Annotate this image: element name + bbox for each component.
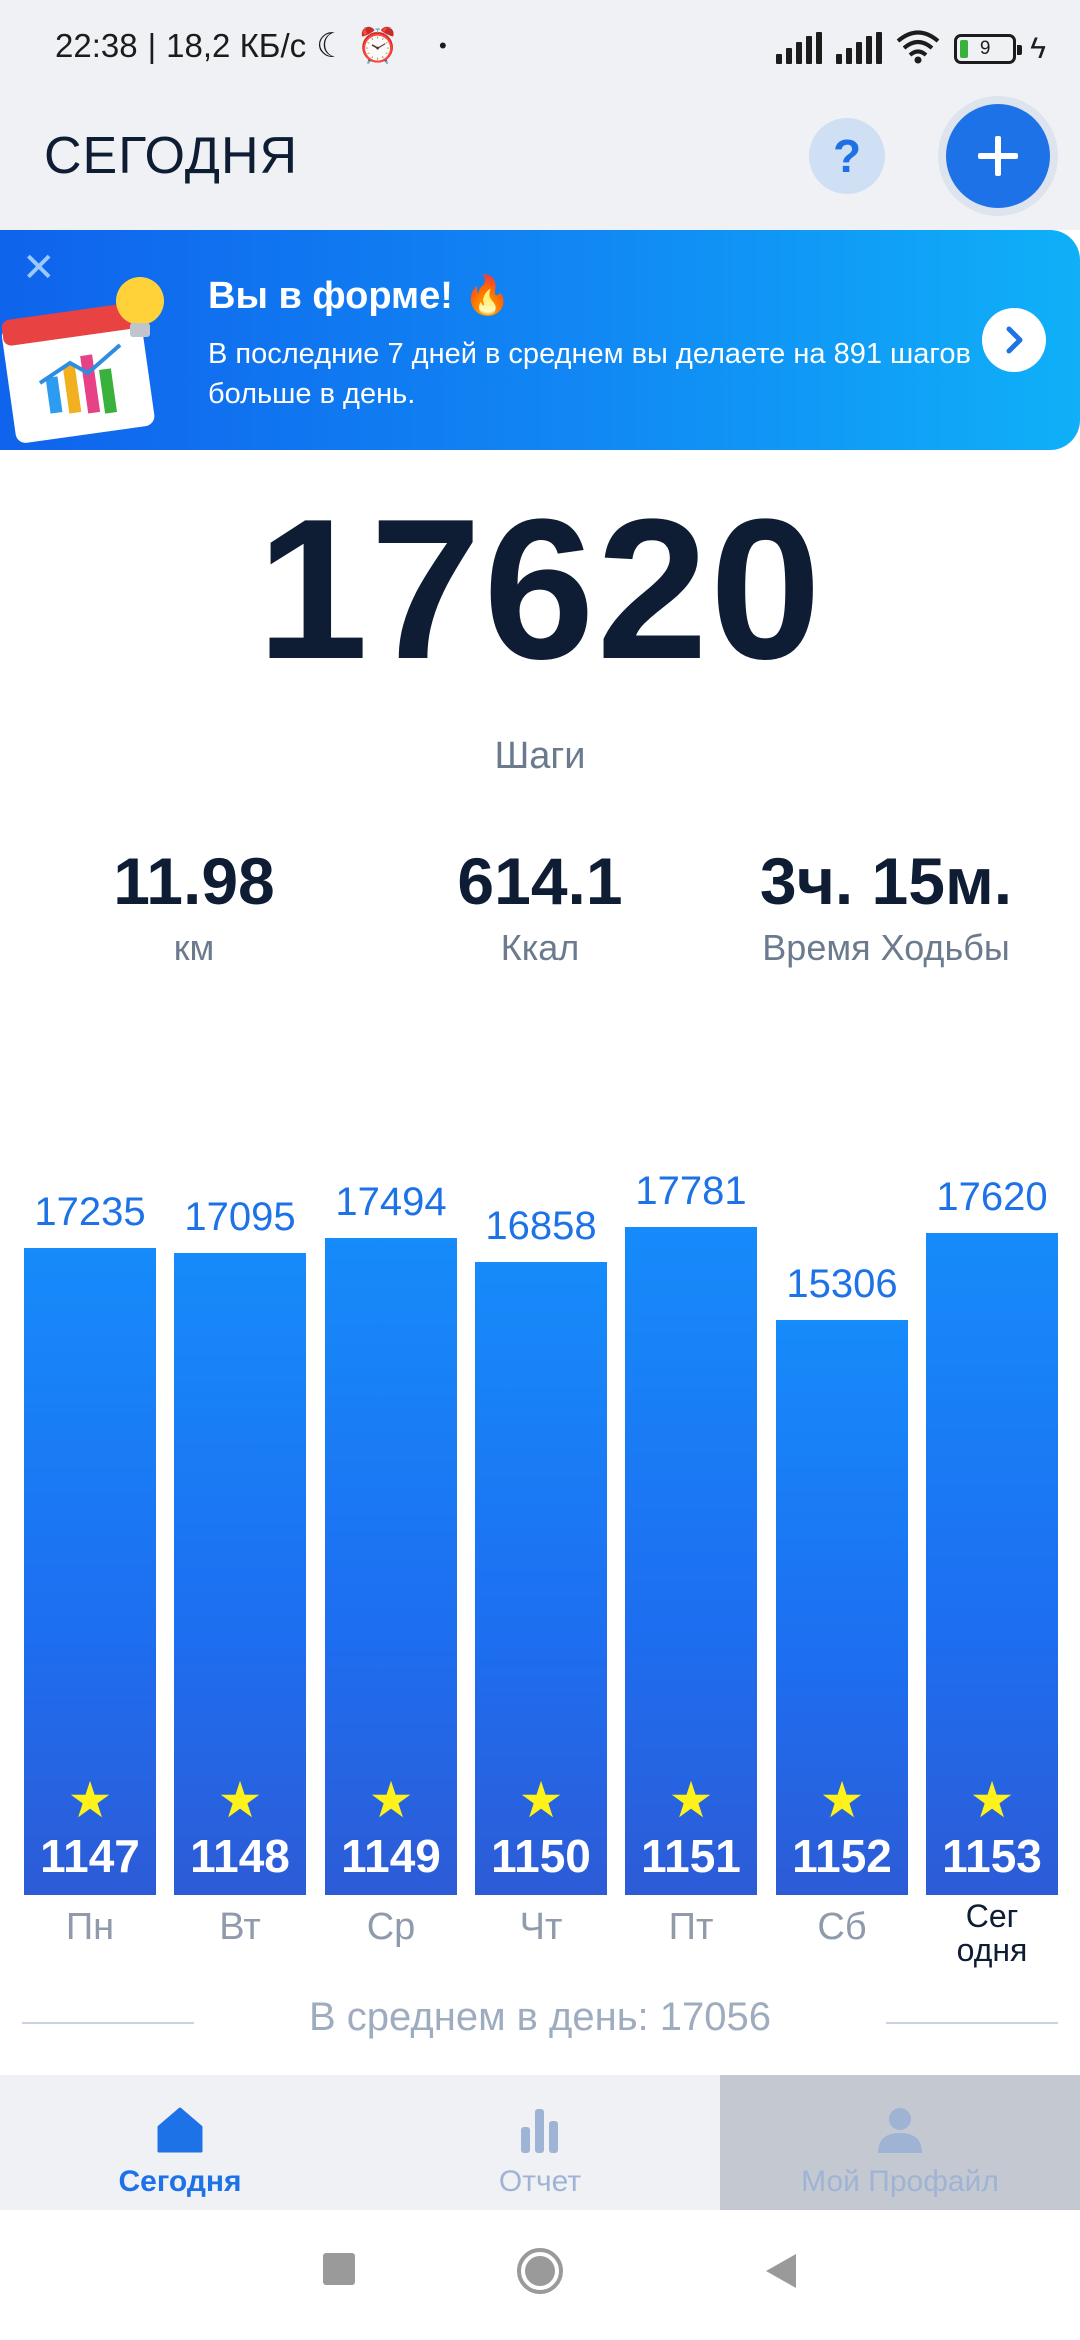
steps-count: 17620 bbox=[256, 478, 824, 701]
home-icon bbox=[157, 2107, 203, 2153]
status-right: 9 ϟ bbox=[776, 30, 1046, 64]
chevron-right-icon bbox=[1006, 326, 1023, 354]
divider-right bbox=[886, 2022, 1058, 2024]
nav-profile-label: Мой Профайл bbox=[801, 2165, 999, 2198]
nav-report-label: Отчет bbox=[498, 2165, 582, 2198]
bar-day-number: 1147 bbox=[40, 1830, 140, 1882]
page-title: СЕГОДНЯ bbox=[44, 127, 299, 185]
star-icon: ★ bbox=[819, 1772, 865, 1828]
bar-value-label: 15306 bbox=[786, 1262, 898, 1306]
help-button[interactable]: ? bbox=[809, 118, 885, 194]
day-label: Вт bbox=[219, 1906, 261, 1948]
nav-today-label: Сегодня bbox=[118, 2165, 242, 2198]
steps-label: Шаги bbox=[494, 735, 586, 777]
alarm-icon: ⏰ bbox=[356, 27, 399, 65]
battery-icon: 9 bbox=[954, 34, 1023, 64]
distance-label: км bbox=[173, 927, 215, 968]
battery-level: 9 bbox=[979, 38, 991, 59]
bar-value-label: 16858 bbox=[485, 1204, 597, 1248]
notification-dot: • bbox=[438, 33, 447, 58]
system-navigation bbox=[0, 2210, 1080, 2340]
status-time: 22:38 bbox=[55, 27, 138, 64]
nav-profile[interactable]: Мой Профайл bbox=[720, 2075, 1080, 2210]
square-icon[interactable] bbox=[322, 2252, 356, 2286]
status-bar: 22:38 | 18,2 КБ/с ☾ ⏰ • 9 ϟ bbox=[0, 0, 1080, 96]
day-label: Ср bbox=[366, 1906, 416, 1948]
day-label: Пн bbox=[65, 1906, 115, 1948]
bar-chart-icon bbox=[521, 2109, 558, 2153]
day-label: Пт bbox=[668, 1906, 714, 1948]
signal-icon-1 bbox=[776, 32, 823, 64]
bar-day-number: 1153 bbox=[942, 1830, 1042, 1882]
distance-metric: 11.98 км bbox=[24, 845, 364, 969]
star-icon: ★ bbox=[217, 1772, 263, 1828]
calories-value: 614.1 bbox=[457, 844, 623, 918]
walk-time-metric: 3ч. 15м. Время Ходьбы bbox=[716, 845, 1056, 969]
bar-day-number: 1150 bbox=[491, 1830, 591, 1882]
nav-today[interactable]: Сегодня bbox=[0, 2075, 360, 2210]
banner-open-button[interactable] bbox=[982, 308, 1046, 372]
profile-icon bbox=[878, 2108, 922, 2153]
bar-value-label: 17781 bbox=[635, 1169, 747, 1213]
average-row: В среднем в день: 17056 bbox=[0, 1995, 1080, 2055]
calories-metric: 614.1 Ккал bbox=[370, 845, 710, 969]
day-label: Сб bbox=[817, 1906, 867, 1948]
star-icon: ★ bbox=[368, 1772, 414, 1828]
plus-icon bbox=[978, 136, 1018, 176]
bar-value-label: 17235 bbox=[34, 1190, 146, 1234]
wifi-icon bbox=[896, 30, 940, 64]
add-button[interactable] bbox=[946, 104, 1050, 208]
triangle-back-icon[interactable] bbox=[764, 2252, 798, 2290]
bar-value-label: 17494 bbox=[335, 1180, 447, 1224]
distance-value: 11.98 bbox=[113, 844, 275, 918]
status-separator: | bbox=[147, 27, 157, 64]
nav-report[interactable]: Отчет bbox=[360, 2075, 720, 2210]
bar-day-number: 1151 bbox=[641, 1830, 741, 1882]
bottom-navigation: Сегодня Отчет Мой Профайл bbox=[0, 2075, 1080, 2210]
average-label: В среднем в день: 17056 bbox=[308, 1995, 772, 2039]
banner-title: Вы в форме! 🔥 bbox=[208, 275, 511, 317]
circle-home-icon[interactable] bbox=[515, 2246, 565, 2296]
star-icon: ★ bbox=[969, 1772, 1015, 1828]
star-icon: ★ bbox=[67, 1772, 113, 1828]
star-icon: ★ bbox=[518, 1772, 564, 1828]
banner-text: В последние 7 дней в среднем вы делаете … bbox=[208, 338, 971, 410]
bar-day-number: 1152 bbox=[792, 1830, 892, 1882]
promo-banner[interactable]: ✕ Вы в форме! 🔥 В последние 7 дней в сре… bbox=[0, 230, 1080, 450]
weekly-steps-chart: 17235 ★ 1147 Пн 17095 ★ 1148 Вт 17494 ★ 1149 Ср 1685… bbox=[0, 1080, 1080, 1970]
day-label-today: Сег одня bbox=[956, 1898, 1028, 1968]
calendar-chart-icon bbox=[1, 277, 164, 443]
signal-icon-2 bbox=[836, 32, 883, 64]
star-icon: ★ bbox=[668, 1772, 714, 1828]
bar-value-label: 17620 bbox=[936, 1175, 1048, 1219]
bar-day-number: 1149 bbox=[341, 1830, 441, 1882]
moon-icon: ☾ bbox=[316, 27, 347, 65]
status-net-speed: 18,2 КБ/с bbox=[166, 27, 307, 64]
calories-label: Ккал bbox=[500, 927, 580, 968]
bar-day-number: 1148 bbox=[190, 1830, 290, 1882]
bar-value-label: 17095 bbox=[184, 1195, 296, 1239]
app-header: СЕГОДНЯ ? bbox=[0, 96, 1080, 230]
walk-time-label: Время Ходьбы bbox=[762, 927, 1010, 968]
charging-icon: ϟ bbox=[1030, 32, 1046, 65]
walk-time-value: 3ч. 15м. bbox=[759, 844, 1013, 918]
day-label: Чт bbox=[519, 1906, 563, 1948]
status-left: 22:38 | 18,2 КБ/с ☾ ⏰ • bbox=[55, 27, 447, 65]
